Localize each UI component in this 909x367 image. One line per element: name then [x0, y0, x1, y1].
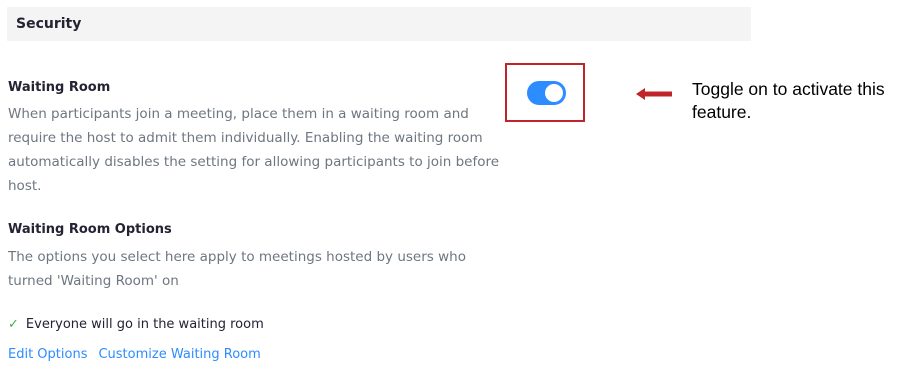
waiting-room-title: Waiting Room: [8, 80, 111, 95]
annotation-text: Toggle on to activate this feature.: [692, 79, 885, 122]
waiting-room-options-description: The options you select here apply to mee…: [8, 249, 466, 289]
section-title: Security: [16, 16, 82, 32]
customize-waiting-room-link[interactable]: Customize Waiting Room: [98, 347, 260, 362]
toggle-knob: [545, 84, 563, 102]
section-header: Security: [7, 7, 751, 41]
check-icon: ✓: [8, 316, 19, 332]
options-links: Edit Options Customize Waiting Room: [8, 347, 272, 362]
toggle-highlight-box: [505, 63, 585, 122]
left-arrow-icon: [636, 88, 672, 100]
selected-option-row: ✓ Everyone will go in the waiting room: [8, 314, 264, 334]
waiting-room-options-title: Waiting Room Options: [8, 222, 172, 237]
edit-options-link[interactable]: Edit Options: [8, 347, 87, 362]
waiting-room-description: When participants join a meeting, place …: [8, 106, 500, 194]
selected-option-label: Everyone will go in the waiting room: [25, 316, 264, 332]
waiting-room-toggle[interactable]: [527, 81, 566, 105]
